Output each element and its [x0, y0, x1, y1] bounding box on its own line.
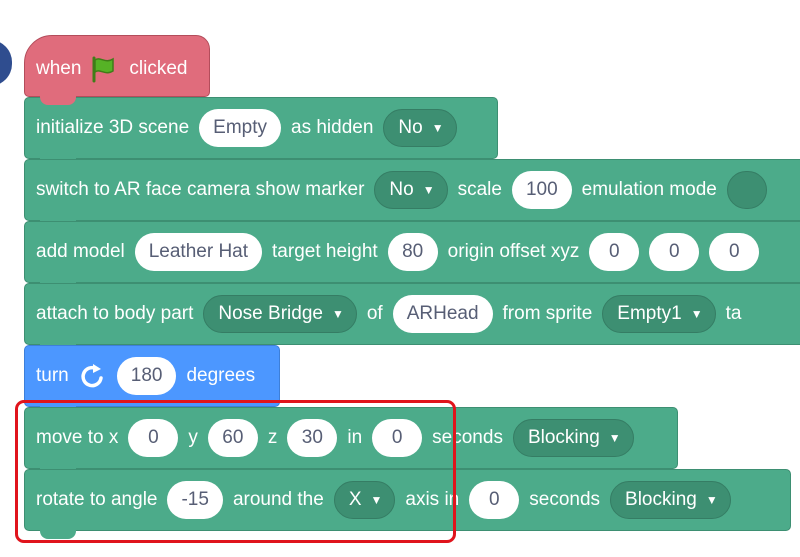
- move-mode-value: Blocking: [527, 427, 600, 448]
- scale-input[interactable]: 100: [511, 171, 572, 209]
- dropdown-caret-icon: ▼: [331, 307, 344, 321]
- emulation-mode-dropdown[interactable]: [726, 171, 767, 209]
- axis-value: X: [348, 489, 362, 510]
- rotate-mode-dropdown[interactable]: Blocking ▼: [610, 481, 731, 519]
- initialize-3d-scene-block[interactable]: initialize 3D scene Empty as hidden No ▼: [24, 97, 498, 167]
- move-mode-dropdown[interactable]: Blocking ▼: [512, 419, 634, 457]
- offset-y-input[interactable]: 0: [649, 233, 700, 271]
- move-to-xyz-block[interactable]: move to x 0 y 60 z 30 in 0 seconds Block…: [24, 407, 678, 477]
- dropdown-caret-icon: ▼: [431, 121, 444, 135]
- when-label: when: [36, 58, 82, 79]
- move-time-input[interactable]: 0: [372, 419, 423, 457]
- initialize-scene-label: initialize 3D scene: [36, 117, 190, 138]
- offset-z-input[interactable]: 0: [709, 233, 760, 271]
- rotate-angle-input[interactable]: -15: [167, 481, 223, 519]
- target-height-label: target height: [272, 241, 378, 262]
- sprite-value: Empty1: [617, 303, 682, 324]
- move-x-input[interactable]: 0: [128, 419, 179, 457]
- as-hidden-label: as hidden: [291, 117, 374, 138]
- attach-to-body-part-block[interactable]: attach to body part Nose Bridge ▼ of ARHe…: [24, 283, 800, 353]
- dropdown-caret-icon: ▼: [422, 183, 435, 197]
- of-label: of: [366, 303, 383, 324]
- axis-dropdown[interactable]: X ▼: [333, 481, 396, 519]
- green-flag-icon: [89, 55, 117, 83]
- dropdown-caret-icon: ▼: [608, 431, 621, 445]
- move-y-input[interactable]: 60: [207, 419, 258, 457]
- attach-label: attach to body part: [36, 303, 194, 324]
- move-to-x-label: move to x: [36, 427, 119, 448]
- clicked-label: clicked: [129, 58, 188, 79]
- show-marker-value: No: [389, 179, 414, 200]
- move-in-label: in: [347, 427, 363, 448]
- switch-ar-label: switch to AR face camera show marker: [36, 179, 365, 200]
- turn-label: turn: [36, 365, 69, 386]
- dropdown-caret-icon: ▼: [705, 493, 718, 507]
- hidden-dropdown[interactable]: No ▼: [383, 109, 457, 147]
- switch-ar-face-camera-block[interactable]: switch to AR face camera show marker No ▼…: [24, 159, 800, 229]
- add-model-label: add model: [36, 241, 125, 262]
- body-part-value: Nose Bridge: [218, 303, 323, 324]
- rotate-to-angle-label: rotate to angle: [36, 489, 158, 510]
- offset-x-input[interactable]: 0: [589, 233, 640, 271]
- move-seconds-label: seconds: [432, 427, 503, 448]
- move-y-label: y: [188, 427, 198, 448]
- from-sprite-label: from sprite: [502, 303, 593, 324]
- rotate-to-angle-block[interactable]: rotate to angle -15 around the X ▼ axis i…: [24, 469, 791, 539]
- origin-offset-label: origin offset xyz: [447, 241, 580, 262]
- rotate-seconds-label: seconds: [529, 489, 601, 510]
- scale-label: scale: [457, 179, 502, 200]
- sprite-dropdown[interactable]: Empty1 ▼: [602, 295, 716, 333]
- rotate-mode-value: Blocking: [625, 489, 697, 510]
- degrees-label: degrees: [186, 365, 256, 386]
- body-part-dropdown[interactable]: Nose Bridge ▼: [203, 295, 357, 333]
- emulation-mode-label: emulation mode: [581, 179, 717, 200]
- truncated-label: ta: [725, 303, 742, 324]
- axis-in-label: axis in: [405, 489, 460, 510]
- scene-input[interactable]: Empty: [199, 109, 281, 147]
- hidden-value: No: [398, 117, 423, 138]
- turn-block[interactable]: turn 180 degrees: [24, 345, 280, 415]
- of-input[interactable]: ARHead: [392, 295, 493, 333]
- show-marker-dropdown[interactable]: No ▼: [374, 171, 448, 209]
- add-model-block[interactable]: add model Leather Hat target height 80 o…: [24, 221, 800, 291]
- turn-degrees-input[interactable]: 180: [116, 357, 177, 395]
- rotate-clockwise-icon: [79, 362, 107, 390]
- move-z-input[interactable]: 30: [287, 419, 338, 457]
- model-input[interactable]: Leather Hat: [134, 233, 263, 271]
- around-the-label: around the: [232, 489, 324, 510]
- target-height-input[interactable]: 80: [387, 233, 438, 271]
- rotate-time-input[interactable]: 0: [469, 481, 520, 519]
- move-z-label: z: [267, 427, 278, 448]
- dropdown-caret-icon: ▼: [690, 307, 703, 321]
- script-edge-tab: [0, 40, 12, 86]
- when-flag-clicked-block[interactable]: when clicked: [24, 35, 210, 105]
- dropdown-caret-icon: ▼: [370, 493, 383, 507]
